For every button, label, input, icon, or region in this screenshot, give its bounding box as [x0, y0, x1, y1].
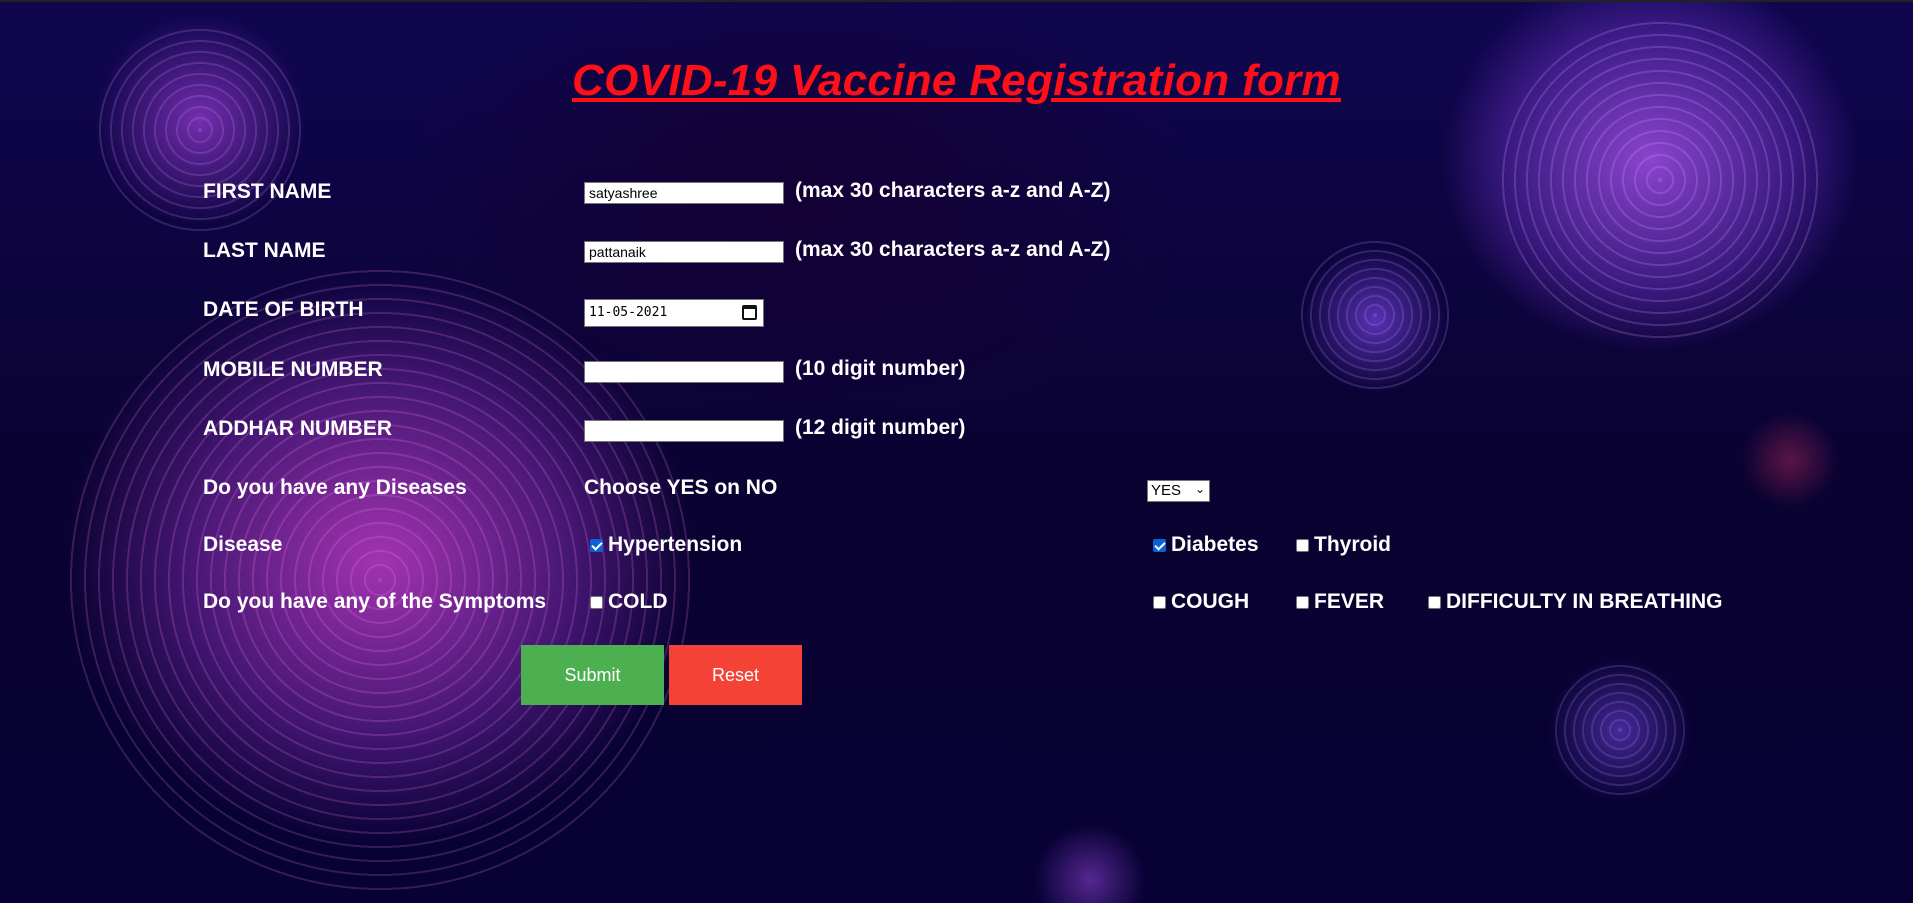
hypertension-checkbox[interactable]	[590, 539, 603, 552]
hypertension-label: Hypertension	[608, 533, 743, 556]
first-name-label: FIRST NAME	[203, 180, 332, 203]
thyroid-checkbox[interactable]	[1296, 539, 1309, 552]
diseases-selected-value: YES	[1151, 482, 1182, 499]
chevron-down-icon: ⌄	[1194, 482, 1205, 496]
addhar-number-label: ADDHAR NUMBER	[203, 417, 392, 440]
mobile-number-label: MOBILE NUMBER	[203, 358, 383, 381]
thyroid-label: Thyroid	[1314, 533, 1391, 556]
mobile-number-input[interactable]	[584, 361, 784, 383]
cold-label: COLD	[608, 590, 668, 613]
virus-background	[0, 0, 1913, 903]
diseases-yes-no-select[interactable]: YES ⌄	[1147, 480, 1210, 502]
fever-label: FEVER	[1314, 590, 1385, 613]
first-name-input[interactable]	[584, 182, 784, 204]
diseases-choose-prompt: Choose YES on NO	[584, 476, 778, 499]
fever-checkbox[interactable]	[1296, 596, 1309, 609]
last-name-hint: (max 30 characters a-z and A-Z)	[795, 238, 1111, 261]
last-name-label: LAST NAME	[203, 239, 326, 262]
reset-button[interactable]: Reset	[669, 645, 802, 705]
last-name-input[interactable]	[584, 241, 784, 263]
cold-checkbox[interactable]	[590, 596, 603, 609]
symptoms-label: Do you have any of the Symptoms	[203, 590, 547, 613]
addhar-number-input[interactable]	[584, 420, 784, 442]
difficulty-breathing-checkbox[interactable]	[1428, 596, 1441, 609]
diseases-question-label: Do you have any Diseases	[203, 476, 467, 499]
addhar-number-hint: (12 digit number)	[795, 416, 966, 439]
difficulty-breathing-label: DIFFICULTY IN BREATHING	[1446, 590, 1723, 613]
diabetes-label: Diabetes	[1171, 533, 1259, 556]
first-name-hint: (max 30 characters a-z and A-Z)	[795, 179, 1111, 202]
dob-date-input[interactable]: 11-05-2021	[584, 299, 764, 327]
calendar-icon[interactable]	[742, 305, 757, 320]
cough-label: COUGH	[1171, 590, 1250, 613]
diabetes-checkbox[interactable]	[1153, 539, 1166, 552]
top-border	[0, 0, 1913, 2]
disease-label: Disease	[203, 533, 283, 556]
page-title: COVID-19 Vaccine Registration form	[572, 56, 1341, 105]
dob-value: 11-05-2021	[589, 305, 668, 320]
mobile-number-hint: (10 digit number)	[795, 357, 966, 380]
cough-checkbox[interactable]	[1153, 596, 1166, 609]
submit-button[interactable]: Submit	[521, 645, 664, 705]
dob-label: DATE OF BIRTH	[203, 298, 364, 321]
